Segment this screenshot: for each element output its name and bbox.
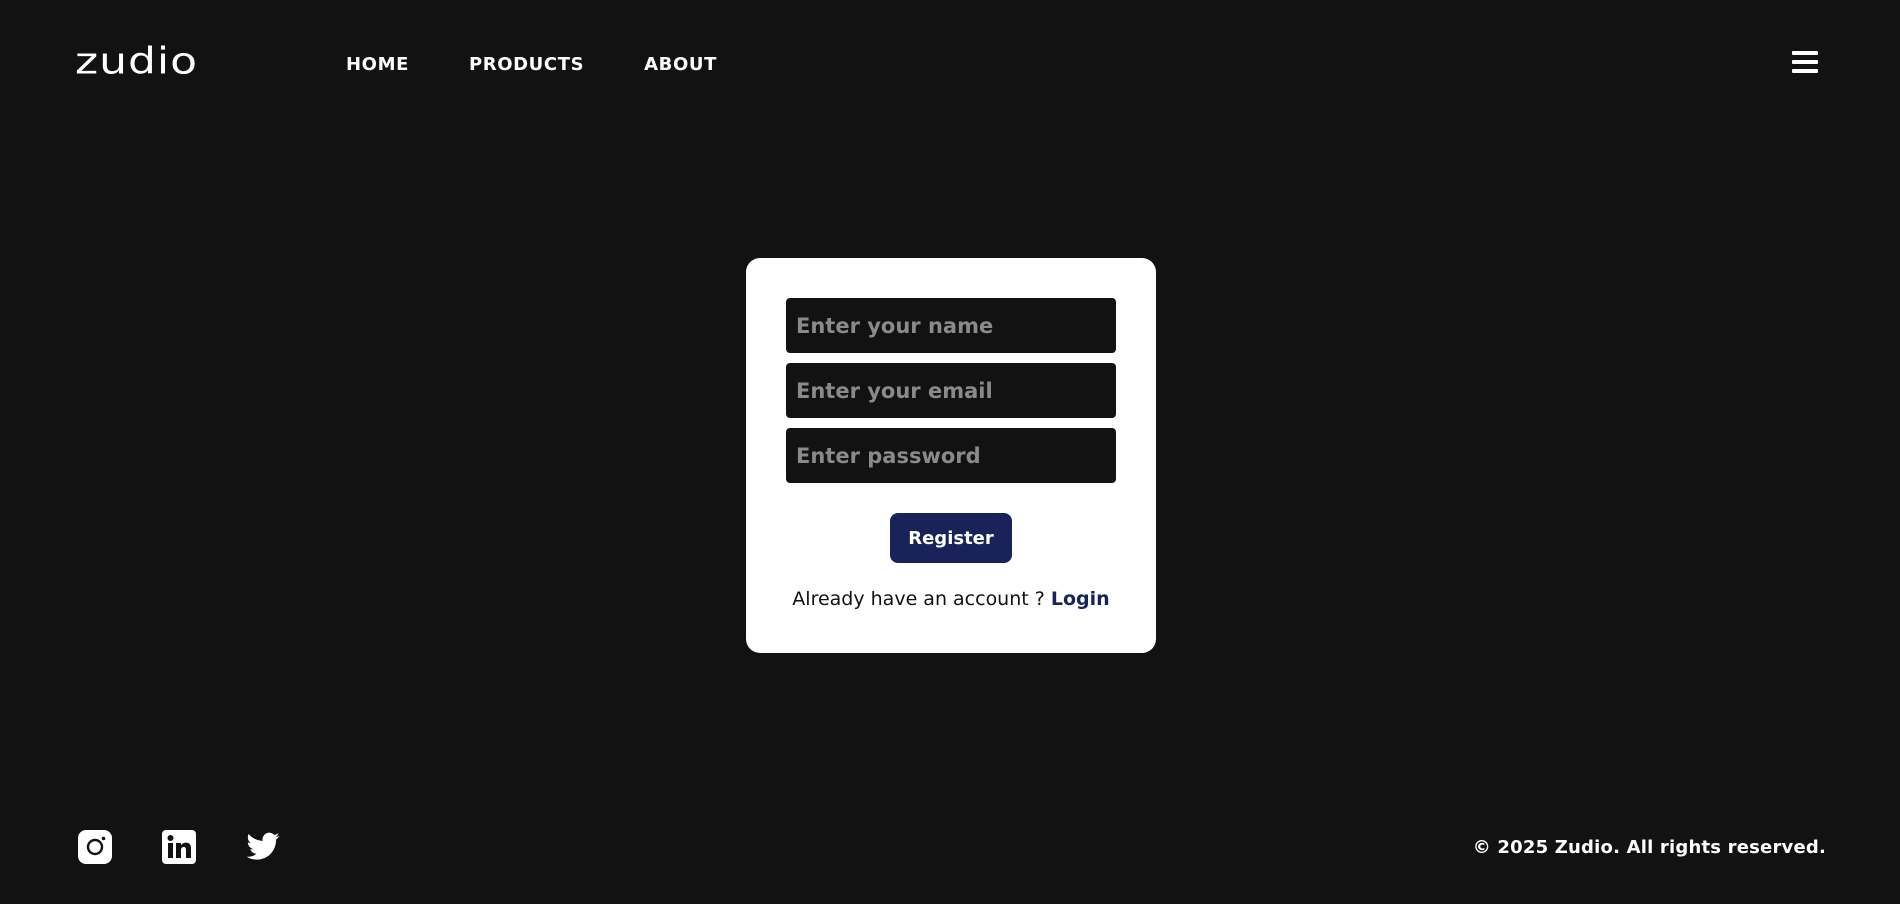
login-prompt: Already have an account ? Login — [746, 588, 1156, 610]
twitter-icon[interactable] — [245, 829, 281, 865]
nav-about[interactable]: ABOUT — [644, 53, 717, 77]
hamburger-menu-icon[interactable] — [1792, 51, 1820, 75]
password-input[interactable] — [786, 428, 1116, 483]
name-input[interactable] — [786, 298, 1116, 353]
copyright-text: © 2025 Zudio. All rights reserved. — [1472, 837, 1826, 858]
email-input[interactable] — [786, 363, 1116, 418]
register-page: zudio HOME PRODUCTS ABOUT Register Alrea… — [0, 0, 1900, 904]
instagram-icon[interactable] — [77, 829, 113, 865]
main-nav: HOME PRODUCTS ABOUT — [346, 53, 777, 77]
brand-logo[interactable]: zudio — [75, 44, 198, 80]
login-link[interactable]: Login — [1051, 588, 1110, 610]
account-prompt-text: Already have an account ? — [792, 588, 1051, 610]
register-button[interactable]: Register — [890, 513, 1012, 563]
register-card: Register Already have an account ? Login — [746, 258, 1156, 653]
nav-products[interactable]: PRODUCTS — [469, 53, 584, 77]
linkedin-icon[interactable] — [161, 829, 197, 865]
nav-home[interactable]: HOME — [346, 53, 409, 77]
